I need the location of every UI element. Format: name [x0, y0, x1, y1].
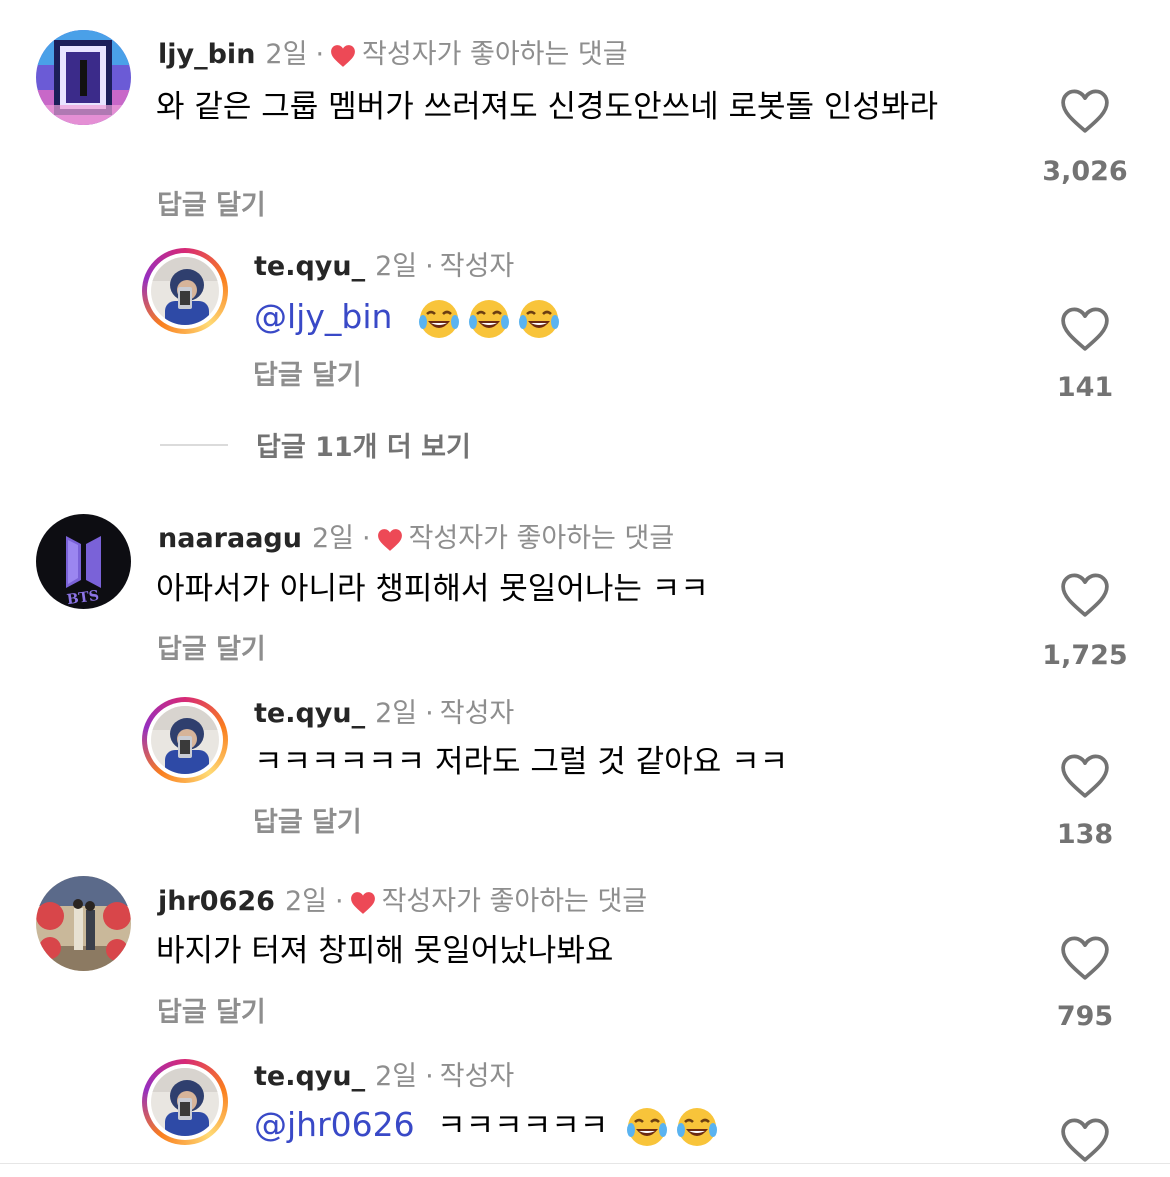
separator-dot: ·: [425, 1061, 434, 1092]
author-label: 작성자: [439, 251, 515, 282]
username[interactable]: te.qyu_: [254, 697, 365, 731]
reply-button[interactable]: 답글 달기: [253, 800, 362, 839]
username[interactable]: jhr0626: [158, 885, 275, 919]
avatar[interactable]: BTS: [36, 514, 131, 609]
separator-dot: ·: [315, 39, 325, 70]
heart-outline-icon: [1061, 573, 1109, 617]
separator-dot: ·: [334, 886, 344, 917]
emoji-group: [411, 297, 561, 338]
like-button[interactable]: [1015, 1117, 1155, 1163]
username[interactable]: te.qyu_: [254, 250, 365, 284]
like-count: 1,725: [1042, 640, 1128, 671]
comment-meta: te.qyu_ 2일 · 작성자: [254, 697, 514, 731]
comment-text: 와 같은 그룹 멤버가 쓰러져도 신경도안쓰네 로봇돌 인성봐라: [156, 89, 938, 125]
author-label: 작성자: [439, 698, 515, 729]
view-more-label[interactable]: 답글 11개 더 보기: [256, 425, 471, 464]
avatar[interactable]: [142, 697, 228, 783]
avatar[interactable]: [142, 248, 228, 334]
mention-link[interactable]: @jhr0626: [254, 1105, 415, 1144]
timestamp: 2일: [375, 251, 418, 282]
comment-meta: te.qyu_ 2일 · 작성자: [254, 250, 514, 284]
creator-liked-heart-icon: [330, 43, 356, 67]
avatar[interactable]: [142, 1059, 228, 1145]
creator-liked-heart-icon: [350, 890, 376, 914]
like-count: 3,026: [1042, 156, 1128, 187]
tears-of-joy-emoji-icon: [468, 299, 509, 338]
reply-button[interactable]: 답글 달기: [157, 183, 266, 222]
like-button[interactable]: 3,026: [1015, 88, 1155, 187]
reply-text: ㅋㅋㅋㅋㅋㅋ: [437, 1108, 609, 1144]
creator-liked-label: 작성자가 좋아하는 댓글: [362, 39, 628, 70]
like-count: 795: [1056, 1001, 1114, 1032]
comment-meta: te.qyu_ 2일 · 작성자: [254, 1060, 514, 1094]
tears-of-joy-emoji-icon: [626, 1107, 667, 1146]
heart-outline-icon: [1061, 89, 1109, 133]
reply-button[interactable]: 답글 달기: [157, 990, 266, 1029]
view-more-replies[interactable]: 답글 11개 더 보기: [160, 425, 471, 464]
separator-dot: ·: [425, 698, 434, 729]
username[interactable]: naaraagu: [158, 522, 302, 556]
like-button[interactable]: 1,725: [1015, 572, 1155, 671]
reply-button[interactable]: 답글 달기: [157, 627, 266, 666]
heart-outline-icon: [1061, 1118, 1109, 1162]
comment-text: 바지가 터져 창피해 못일어났나봐요: [156, 933, 614, 969]
tears-of-joy-emoji-icon: [676, 1107, 717, 1146]
comment-meta: jhr0626 2일 · 작성자가 좋아하는 댓글: [158, 885, 647, 919]
timestamp: 2일: [311, 523, 354, 554]
reply-button[interactable]: 답글 달기: [253, 353, 362, 392]
bottom-divider: [0, 1163, 1170, 1164]
author-label: 작성자: [439, 1061, 515, 1092]
username[interactable]: ljy_bin: [158, 38, 255, 72]
creator-liked-heart-icon: [377, 527, 403, 551]
mention-link[interactable]: @ljy_bin: [254, 297, 392, 336]
like-button[interactable]: 141: [1015, 306, 1155, 403]
timestamp: 2일: [284, 886, 327, 917]
timestamp: 2일: [375, 698, 418, 729]
comment-meta: naaraagu 2일 · 작성자가 좋아하는 댓글: [158, 522, 674, 556]
username[interactable]: te.qyu_: [254, 1060, 365, 1094]
comment-text: 아파서가 아니라 챙피해서 못일어나는 ㅋㅋ: [156, 571, 709, 607]
like-button[interactable]: 795: [1015, 935, 1155, 1032]
separator-dot: ·: [362, 523, 371, 554]
creator-liked-label: 작성자가 좋아하는 댓글: [381, 886, 648, 917]
comment-text: ㅋㅋㅋㅋㅋㅋ 저라도 그럴 것 같아요 ㅋㅋ: [254, 744, 789, 780]
comment-text: @jhr0626 ㅋㅋㅋㅋㅋㅋ: [254, 1104, 874, 1149]
like-button[interactable]: 138: [1015, 753, 1155, 850]
emoji-group: [619, 1105, 719, 1146]
timestamp: 2일: [375, 1061, 418, 1092]
heart-outline-icon: [1061, 936, 1109, 980]
divider-line: [160, 443, 228, 446]
creator-liked-label: 작성자가 좋아하는 댓글: [408, 523, 675, 554]
timestamp: 2일: [265, 39, 308, 70]
avatar[interactable]: [36, 30, 131, 125]
comment-text: @ljy_bin: [254, 296, 854, 341]
comment-meta: ljy_bin 2일 · 작성자가 좋아하는 댓글: [158, 38, 628, 72]
avatar[interactable]: [36, 876, 131, 971]
separator-dot: ·: [425, 251, 434, 282]
tears-of-joy-emoji-icon: [518, 299, 559, 338]
like-count: 138: [1056, 819, 1114, 850]
heart-outline-icon: [1061, 307, 1109, 351]
heart-outline-icon: [1061, 754, 1109, 798]
tears-of-joy-emoji-icon: [418, 299, 459, 338]
like-count: 141: [1056, 372, 1114, 403]
